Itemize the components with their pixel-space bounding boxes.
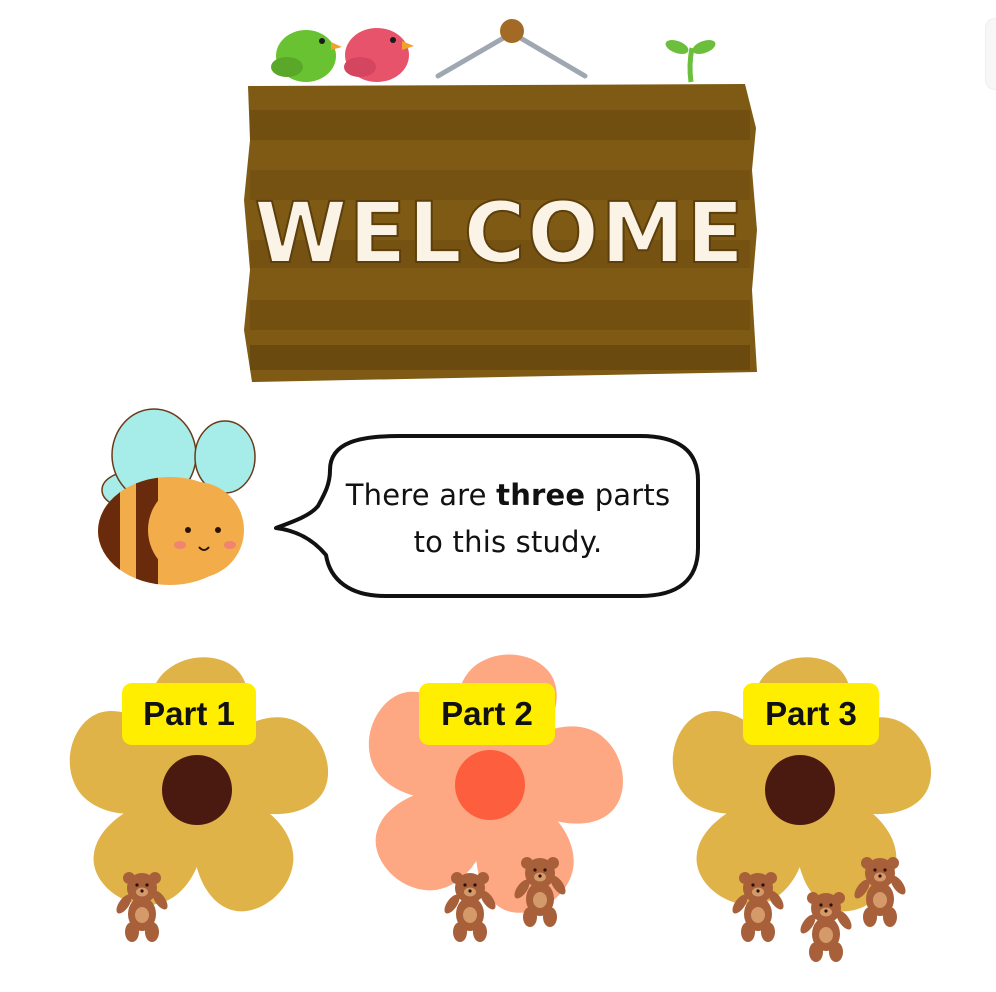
part-3-button[interactable]: Part 3	[743, 683, 879, 745]
part-2-button[interactable]: Part 2	[419, 683, 555, 745]
bee-icon	[98, 408, 256, 585]
sprout-icon	[665, 40, 716, 83]
green-bird-icon	[271, 30, 342, 82]
edge-tab	[985, 18, 996, 90]
speech-prefix: There are	[345, 478, 497, 512]
welcome-sign: WELCOME	[244, 84, 757, 382]
speech-line2: to this study.	[413, 525, 603, 559]
flower-center	[162, 755, 232, 825]
sign-text: WELCOME	[254, 184, 746, 282]
flower-center	[765, 755, 835, 825]
pink-bird-icon	[344, 28, 414, 82]
speech-text: There are three parts to this study.	[318, 472, 698, 566]
speech-emphasis: three	[496, 478, 586, 512]
speech-suffix: parts	[585, 478, 671, 512]
part-1-button[interactable]: Part 1	[122, 683, 256, 745]
sign-nail	[500, 19, 524, 43]
flower-center	[455, 750, 525, 820]
